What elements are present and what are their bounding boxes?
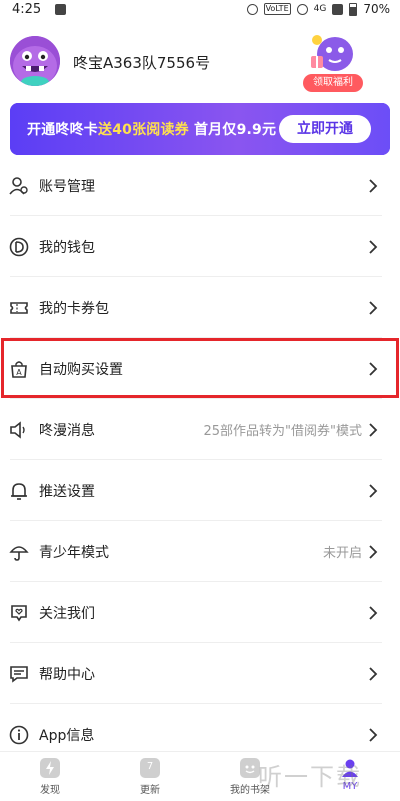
menu-label: 账号管理 (39, 178, 95, 195)
discover-icon (40, 758, 60, 778)
battery-icon (349, 2, 358, 16)
menu-label: 推送设置 (39, 483, 95, 500)
menu-item-coupons[interactable]: 我的卡券包 (0, 277, 400, 338)
chevron-right-icon (369, 727, 378, 742)
chevron-right-icon (369, 666, 378, 681)
nav-my[interactable]: MY (300, 752, 400, 801)
chevron-right-icon (369, 178, 378, 193)
banner-text: 开通咚咚卡送40张阅读券 首月仅9.9元 (27, 119, 276, 139)
monster-avatar-icon (10, 36, 60, 86)
menu-item-help[interactable]: 帮助中心 (0, 643, 400, 704)
battery-level: 70% (363, 2, 390, 16)
nav-label: MY (342, 781, 358, 792)
my-icon (340, 758, 360, 778)
account-icon (8, 175, 30, 197)
chevron-right-icon (369, 300, 378, 315)
bottom-nav: 发现 7 更新 我的书架 MY (0, 751, 400, 801)
menu-value: 25部作品转为"借阅券"模式 (203, 424, 362, 439)
menu-label: 帮助中心 (39, 666, 95, 683)
nav-bookshelf[interactable]: 我的书架 (200, 752, 300, 801)
alarm-icon (246, 3, 258, 15)
coupon-icon (8, 297, 30, 319)
info-icon (8, 724, 30, 746)
chat-icon (8, 663, 30, 685)
banner-text-suffix: 首月仅9.9元 (188, 122, 277, 138)
chevron-right-icon (369, 605, 378, 620)
menu-label: 我的卡券包 (39, 300, 109, 317)
chevron-right-icon (369, 239, 378, 254)
heart-card-icon (8, 602, 30, 624)
calendar-icon: 7 (140, 758, 160, 778)
chevron-right-icon (369, 483, 378, 498)
avatar[interactable] (10, 36, 60, 86)
umbrella-icon (8, 541, 30, 563)
nav-discover[interactable]: 发现 (0, 752, 100, 801)
menu-item-messages[interactable]: 咚漫消息 25部作品转为"借阅券"模式 (0, 399, 400, 460)
auto-buy-icon: A (8, 358, 30, 380)
banner-text-highlight: 送40张阅读券 (98, 122, 189, 138)
nav-label: 我的书架 (230, 785, 270, 796)
menu-item-teen-mode[interactable]: 青少年模式 未开启 (0, 521, 400, 582)
chevron-right-icon (369, 544, 378, 559)
signal-label: 4G (313, 4, 327, 14)
status-time: 4:25 (12, 1, 42, 17)
menu-label: 我的钱包 (39, 239, 95, 256)
nav-label: 发现 (40, 785, 60, 796)
menu-item-auto-buy[interactable]: A 自动购买设置 (0, 338, 400, 399)
chevron-right-icon (369, 422, 378, 437)
mascot-gift-icon (311, 35, 353, 71)
menu-value: 未开启 (322, 546, 362, 561)
settings-menu: 账号管理 我的钱包 我的卡券包 A 自动购买设置 咚漫消息 25部作品转为"借阅… (0, 155, 400, 765)
menu-item-push[interactable]: 推送设置 (0, 460, 400, 521)
menu-item-wallet[interactable]: 我的钱包 (0, 216, 400, 277)
menu-label: App信息 (39, 727, 95, 744)
open-now-button[interactable]: 立即开通 (279, 115, 371, 143)
username[interactable]: 咚宝A363队7556号 (73, 52, 210, 73)
wallet-icon (8, 236, 30, 258)
speaker-icon (8, 419, 30, 441)
menu-label: 关注我们 (39, 605, 95, 622)
nav-label: 更新 (140, 785, 160, 796)
nav-updates[interactable]: 7 更新 (100, 752, 200, 801)
volte-tag: VoLTE (263, 3, 291, 15)
vip-promo-banner[interactable]: 开通咚咚卡送40张阅读券 首月仅9.9元 立即开通 (10, 103, 390, 155)
image-icon (55, 3, 67, 15)
mute-icon (296, 3, 308, 15)
welfare-badge[interactable]: 领取福利 (303, 28, 363, 92)
signal-icon (332, 3, 344, 15)
welfare-button[interactable]: 领取福利 (303, 74, 363, 92)
menu-item-account[interactable]: 账号管理 (0, 155, 400, 216)
menu-label: 咚漫消息 (39, 422, 95, 439)
profile-header: 咚宝A363队7556号 领取福利 (0, 20, 400, 100)
bell-icon (8, 480, 30, 502)
menu-label: 自动购买设置 (39, 361, 123, 378)
banner-text-prefix: 开通咚咚卡 (27, 122, 98, 138)
menu-label: 青少年模式 (39, 544, 109, 561)
bookshelf-icon (240, 758, 260, 778)
menu-item-follow-us[interactable]: 关注我们 (0, 582, 400, 643)
svg-text:A: A (16, 368, 22, 377)
calendar-badge: 7 (146, 761, 154, 772)
chevron-right-icon (369, 361, 378, 376)
status-bar: 4:25 VoLTE 4G 70% (0, 0, 400, 18)
